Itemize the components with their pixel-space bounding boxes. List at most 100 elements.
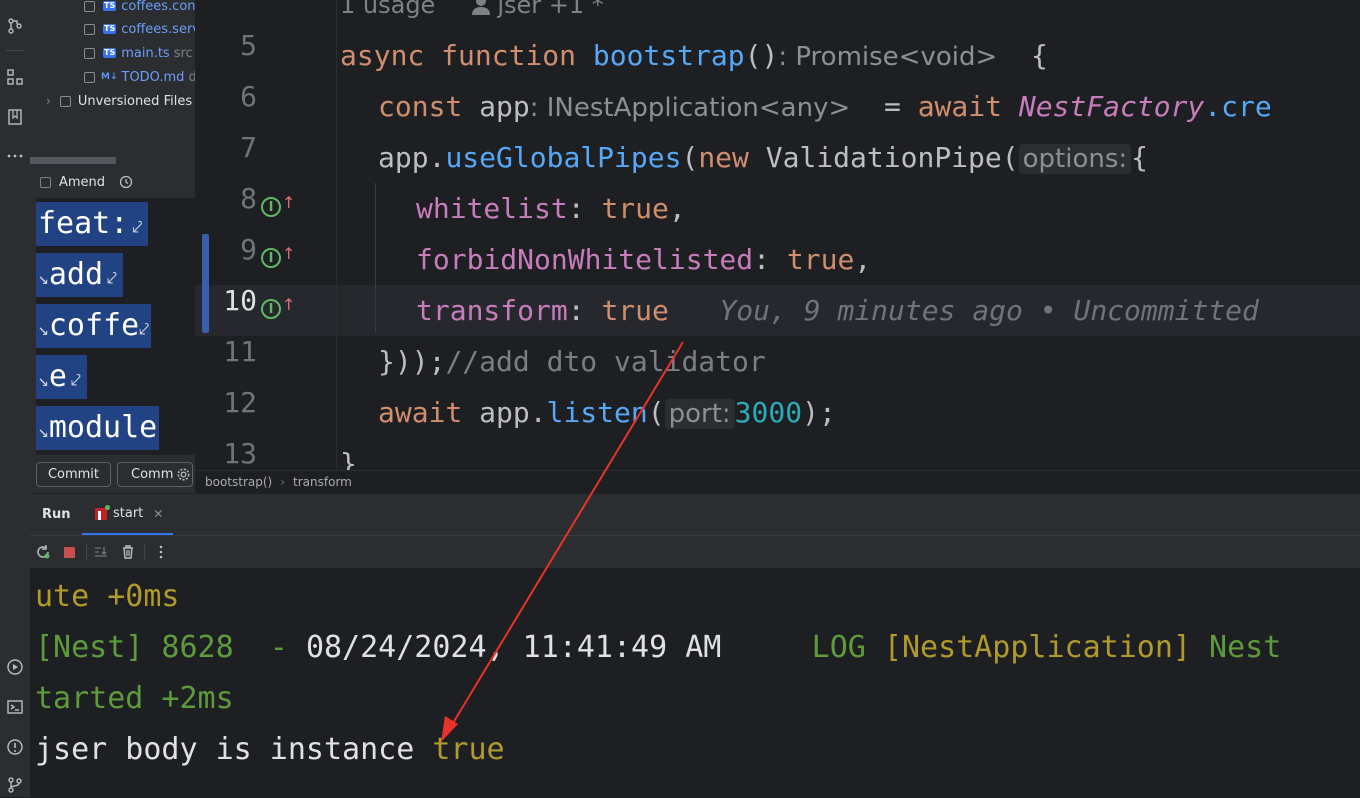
line-number: 10	[223, 284, 257, 317]
unversioned-files-node[interactable]: › Unversioned Files	[46, 89, 192, 113]
soft-wrap-icon: ↘	[38, 421, 49, 442]
code-line-7: app.useGlobalPipes(new ValidationPipe(op…	[378, 141, 1149, 174]
changed-file-item[interactable]: M↓ TODO.md d	[84, 65, 195, 89]
commit-and-push-label: Comm	[131, 467, 174, 482]
rerun-icon[interactable]	[34, 543, 52, 561]
code-line-9: forbidNonWhitelisted: true,	[416, 243, 872, 276]
tab-start[interactable]: start ✕	[82, 494, 174, 535]
unversioned-checkbox[interactable]	[59, 95, 71, 107]
amend-label[interactable]: Amend	[59, 175, 105, 190]
implements-gutter-icon[interactable]: I ↑	[261, 193, 295, 217]
problems-tool-icon[interactable]	[0, 734, 30, 760]
line-number: 9	[240, 233, 257, 266]
structure-tool-icon[interactable]	[0, 64, 30, 90]
changed-file-item[interactable]: TS main.ts src	[84, 41, 193, 65]
more-options-icon[interactable]	[152, 543, 170, 561]
console-line: tarted +2ms	[35, 681, 234, 716]
run-panel-header: Run start ✕	[30, 493, 1360, 535]
soft-wrap-icon: ⤦	[70, 370, 82, 391]
services-tool-icon[interactable]	[0, 654, 30, 680]
soft-wrap-icon: ⤦	[132, 217, 143, 238]
file-name: coffees.serv	[121, 21, 196, 37]
code-line-6: const app: INestApplication<any> = await…	[378, 90, 1272, 123]
line-number: 12	[223, 386, 257, 419]
left-toolbar	[0, 0, 31, 797]
chevron-right-icon[interactable]: ›	[46, 94, 51, 108]
file-directory: src	[173, 45, 193, 61]
parameter-inlay-hint: options:	[1018, 144, 1132, 174]
commit-and-push-button[interactable]: Comm	[117, 462, 193, 487]
console-line: [Nest] 8628 - 08/24/2024, 11:41:49 AM LO…	[35, 630, 1282, 665]
file-name: main.ts	[121, 45, 170, 61]
file-checkbox[interactable]	[84, 71, 95, 83]
history-clock-icon[interactable]	[119, 175, 133, 189]
git-blame-annotation[interactable]: You, 9 minutes ago • Uncommitted	[719, 294, 1258, 327]
scroll-to-end-icon[interactable]	[92, 543, 110, 561]
typescript-file-icon: TS	[103, 24, 117, 34]
commit-message-input[interactable]: feat: ⤦ ↘add ⤦ ↘coffe⤦ ↘e ⤦ ↘module	[36, 198, 195, 455]
code-editor[interactable]: 1 usage jser +1 * 5 6 7 8 9 10 11 12 13 …	[195, 0, 1360, 470]
stop-icon[interactable]	[60, 543, 78, 561]
soft-wrap-icon: ↘	[38, 268, 49, 289]
panel-splitter[interactable]	[30, 157, 116, 164]
amend-checkbox[interactable]	[40, 176, 51, 188]
changed-file-item[interactable]: TS coffees.serv	[84, 17, 196, 41]
indent-guide	[375, 183, 376, 333]
file-checkbox[interactable]	[84, 47, 95, 59]
markdown-file-icon: M↓	[101, 72, 118, 82]
git-tool-icon[interactable]	[0, 772, 30, 798]
console-output[interactable]: ute +0ms [Nest] 8628 - 08/24/2024, 11:41…	[30, 568, 1360, 797]
file-checkbox[interactable]	[84, 23, 95, 35]
run-tool-title[interactable]: Run	[42, 507, 71, 522]
bookmarks-tool-icon[interactable]	[0, 104, 30, 130]
more-tools-icon[interactable]	[0, 143, 30, 169]
chevron-right-icon: ›	[280, 475, 286, 489]
usage-inlay-hint[interactable]: 1 usage jser +1 *	[340, 0, 604, 20]
commit-message-line: ↘coffe⤦	[36, 304, 152, 348]
run-toolbar	[30, 535, 1360, 568]
toolbar-separator	[86, 544, 87, 561]
parameter-inlay-hint: port:	[664, 399, 735, 429]
changed-file-item[interactable]: TS coffees.con	[84, 0, 195, 18]
code-line-10: transform: true You, 9 minutes ago • Unc…	[416, 294, 1259, 327]
line-number: 6	[240, 80, 257, 113]
usage-count[interactable]: 1 usage	[340, 0, 435, 19]
console-line: jser body is instance true	[35, 732, 505, 767]
commit-button[interactable]: Commit	[36, 462, 111, 487]
commit-message-line: feat: ⤦	[36, 202, 149, 246]
file-name: TODO.md	[121, 69, 185, 85]
commit-tool-icon[interactable]	[0, 13, 30, 39]
commit-message-line: ↘module	[36, 406, 160, 450]
soft-wrap-icon: ↘	[38, 370, 49, 391]
soft-wrap-icon: ⤦	[107, 268, 118, 289]
file-checkbox[interactable]	[84, 0, 95, 12]
tab-start-label: start	[113, 506, 144, 521]
code-line-13: }	[340, 447, 357, 470]
line-number: 7	[240, 131, 257, 164]
terminal-tool-icon[interactable]	[0, 694, 30, 720]
type-inlay-hint: : INestApplication<any>	[529, 93, 851, 123]
console-line: ute +0ms	[35, 579, 180, 614]
typescript-file-icon: TS	[103, 1, 117, 11]
implements-gutter-icon[interactable]: I ↑	[261, 295, 295, 319]
author-hint[interactable]: jser +1 *	[497, 0, 603, 19]
code-line-11: }));//add dto validator	[378, 345, 766, 378]
breadcrumb-item[interactable]: transform	[293, 475, 352, 489]
commit-panel: TS coffees.con TS coffees.serv TS main.t…	[30, 0, 196, 493]
breadcrumb-item[interactable]: bootstrap()	[205, 475, 272, 489]
close-icon[interactable]: ✕	[153, 507, 163, 521]
code-line-12: await app.listen(port: 3000);	[378, 396, 836, 429]
line-number: 5	[240, 29, 257, 62]
soft-wrap-icon: ↘	[38, 319, 49, 340]
typescript-file-icon: TS	[103, 48, 117, 58]
unversioned-label: Unversioned Files	[77, 93, 193, 109]
clear-trash-icon[interactable]	[119, 543, 137, 561]
line-number: 13	[223, 437, 257, 470]
line-number: 11	[223, 335, 257, 368]
breadcrumb: bootstrap() › transform	[195, 470, 1360, 493]
gutter-separator	[336, 0, 337, 470]
gear-icon[interactable]	[176, 467, 191, 482]
code-line-5: async function bootstrap(): Promise<void…	[340, 39, 1048, 72]
implements-gutter-icon[interactable]: I ↑	[261, 244, 295, 268]
commit-message-line: ↘add ⤦	[36, 253, 124, 297]
